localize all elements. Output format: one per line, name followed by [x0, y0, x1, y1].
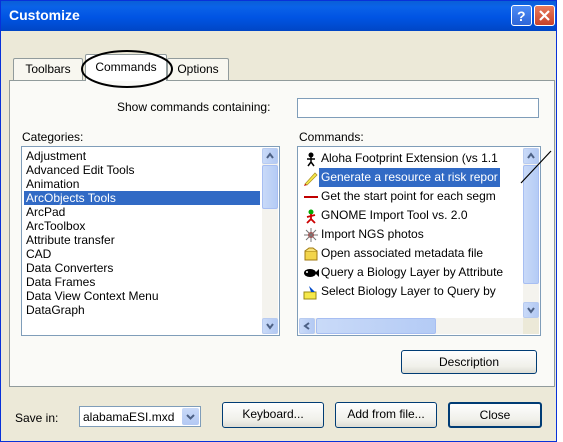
dropdown-button[interactable] — [182, 408, 199, 425]
close-icon — [539, 10, 550, 21]
category-item[interactable]: Data Converters — [24, 261, 260, 275]
command-label: Get the start point for each segm — [321, 189, 496, 203]
command-item[interactable]: Get the start point for each segm — [300, 187, 521, 206]
scroll-down-button[interactable] — [523, 302, 539, 318]
category-item[interactable]: CAD — [24, 247, 260, 261]
category-item[interactable]: Data Frames — [24, 275, 260, 289]
question-icon: ? — [517, 8, 526, 24]
category-item[interactable]: ArcToolbox — [24, 219, 260, 233]
category-item[interactable]: Animation — [24, 177, 260, 191]
scroll-thumb[interactable] — [262, 165, 278, 209]
command-label: Import NGS photos — [321, 227, 424, 241]
scroll-thumb[interactable] — [523, 165, 539, 284]
commands-label: Commands: — [299, 130, 364, 144]
tab-options[interactable]: Options — [167, 58, 229, 80]
save-in-label: Save in: — [15, 411, 59, 425]
commands-list[interactable]: Aloha Footprint Extension (vs 1.1 Genera… — [297, 146, 541, 336]
category-item[interactable]: ArcPad — [24, 205, 260, 219]
command-item[interactable]: Select Biology Layer to Query by — [300, 282, 521, 301]
line-icon — [304, 196, 318, 198]
chevron-left-icon — [303, 322, 310, 330]
command-item[interactable]: Open associated metadata file — [300, 244, 521, 263]
command-item[interactable]: Aloha Footprint Extension (vs 1.1 — [300, 149, 521, 168]
category-item[interactable]: Adjustment — [24, 149, 260, 163]
tab-commands[interactable]: Commands — [85, 54, 167, 81]
commands-hscrollbar[interactable] — [299, 318, 523, 334]
scroll-up-button[interactable] — [262, 148, 278, 164]
close-button[interactable]: Close — [448, 402, 542, 428]
command-item[interactable]: Query a Biology Layer by Attribute — [300, 263, 521, 282]
command-item[interactable]: GNOME Import Tool vs. 2.0 — [300, 206, 521, 225]
categories-label: Categories: — [22, 130, 84, 144]
scroll-thumb[interactable] — [316, 318, 436, 334]
aloha-icon — [307, 152, 315, 167]
keyboard-button[interactable]: Keyboard... — [222, 402, 324, 428]
category-item-selected[interactable]: ArcObjects Tools — [24, 191, 260, 205]
tab-toolbars[interactable]: Toolbars — [13, 58, 83, 80]
command-label: Query a Biology Layer by Attribute — [321, 265, 504, 279]
save-in-select[interactable]: alabamaESI.mxd — [79, 406, 201, 427]
scroll-up-button[interactable] — [523, 148, 539, 164]
command-label: Aloha Footprint Extension (vs 1.1 — [321, 151, 498, 165]
category-item[interactable]: DataGraph — [24, 303, 260, 317]
category-item[interactable]: Advanced Edit Tools — [24, 163, 260, 177]
svg-text:?: ? — [517, 8, 526, 24]
customize-dialog: Customize ? Toolbars Commands Options Sh… — [0, 0, 557, 442]
photos-icon — [304, 228, 318, 242]
chevron-up-icon — [266, 152, 274, 159]
window-title: Customize — [9, 7, 80, 23]
commands-scrollbar[interactable] — [523, 148, 539, 318]
title-bar[interactable]: Customize ? — [1, 1, 556, 31]
description-button[interactable]: Description — [401, 350, 537, 374]
category-item[interactable]: Data View Context Menu — [24, 289, 260, 303]
command-item[interactable]: Import NGS photos — [300, 225, 521, 244]
fish-icon — [304, 269, 319, 277]
scroll-down-button[interactable] — [262, 318, 278, 334]
chevron-up-icon — [527, 152, 535, 159]
command-label: Generate a resource at risk repor — [319, 168, 500, 187]
command-label: GNOME Import Tool vs. 2.0 — [321, 208, 468, 222]
gnome-icon — [306, 209, 316, 224]
chevron-down-icon — [527, 307, 535, 314]
chevron-down-icon — [186, 414, 195, 420]
command-item-selected[interactable]: Generate a resource at risk repor — [300, 168, 521, 187]
metadata-icon — [304, 247, 318, 261]
search-input[interactable] — [297, 98, 539, 118]
scroll-left-button[interactable] — [299, 318, 315, 334]
pencil-icon — [304, 172, 318, 186]
help-button[interactable]: ? — [511, 5, 532, 26]
categories-scrollbar[interactable] — [262, 148, 278, 334]
search-label: Show commands containing: — [117, 100, 271, 114]
command-label: Select Biology Layer to Query by — [321, 284, 496, 298]
category-item[interactable]: Attribute transfer — [24, 233, 260, 247]
add-from-file-button[interactable]: Add from file... — [335, 402, 437, 428]
close-window-button[interactable] — [534, 5, 555, 26]
chevron-down-icon — [266, 323, 274, 330]
categories-list[interactable]: Adjustment Advanced Edit Tools Animation… — [21, 146, 280, 336]
scroll-corner — [523, 318, 539, 334]
select-icon — [303, 286, 317, 300]
save-in-value: alabamaESI.mxd — [83, 410, 175, 424]
command-label: Open associated metadata file — [321, 246, 484, 260]
